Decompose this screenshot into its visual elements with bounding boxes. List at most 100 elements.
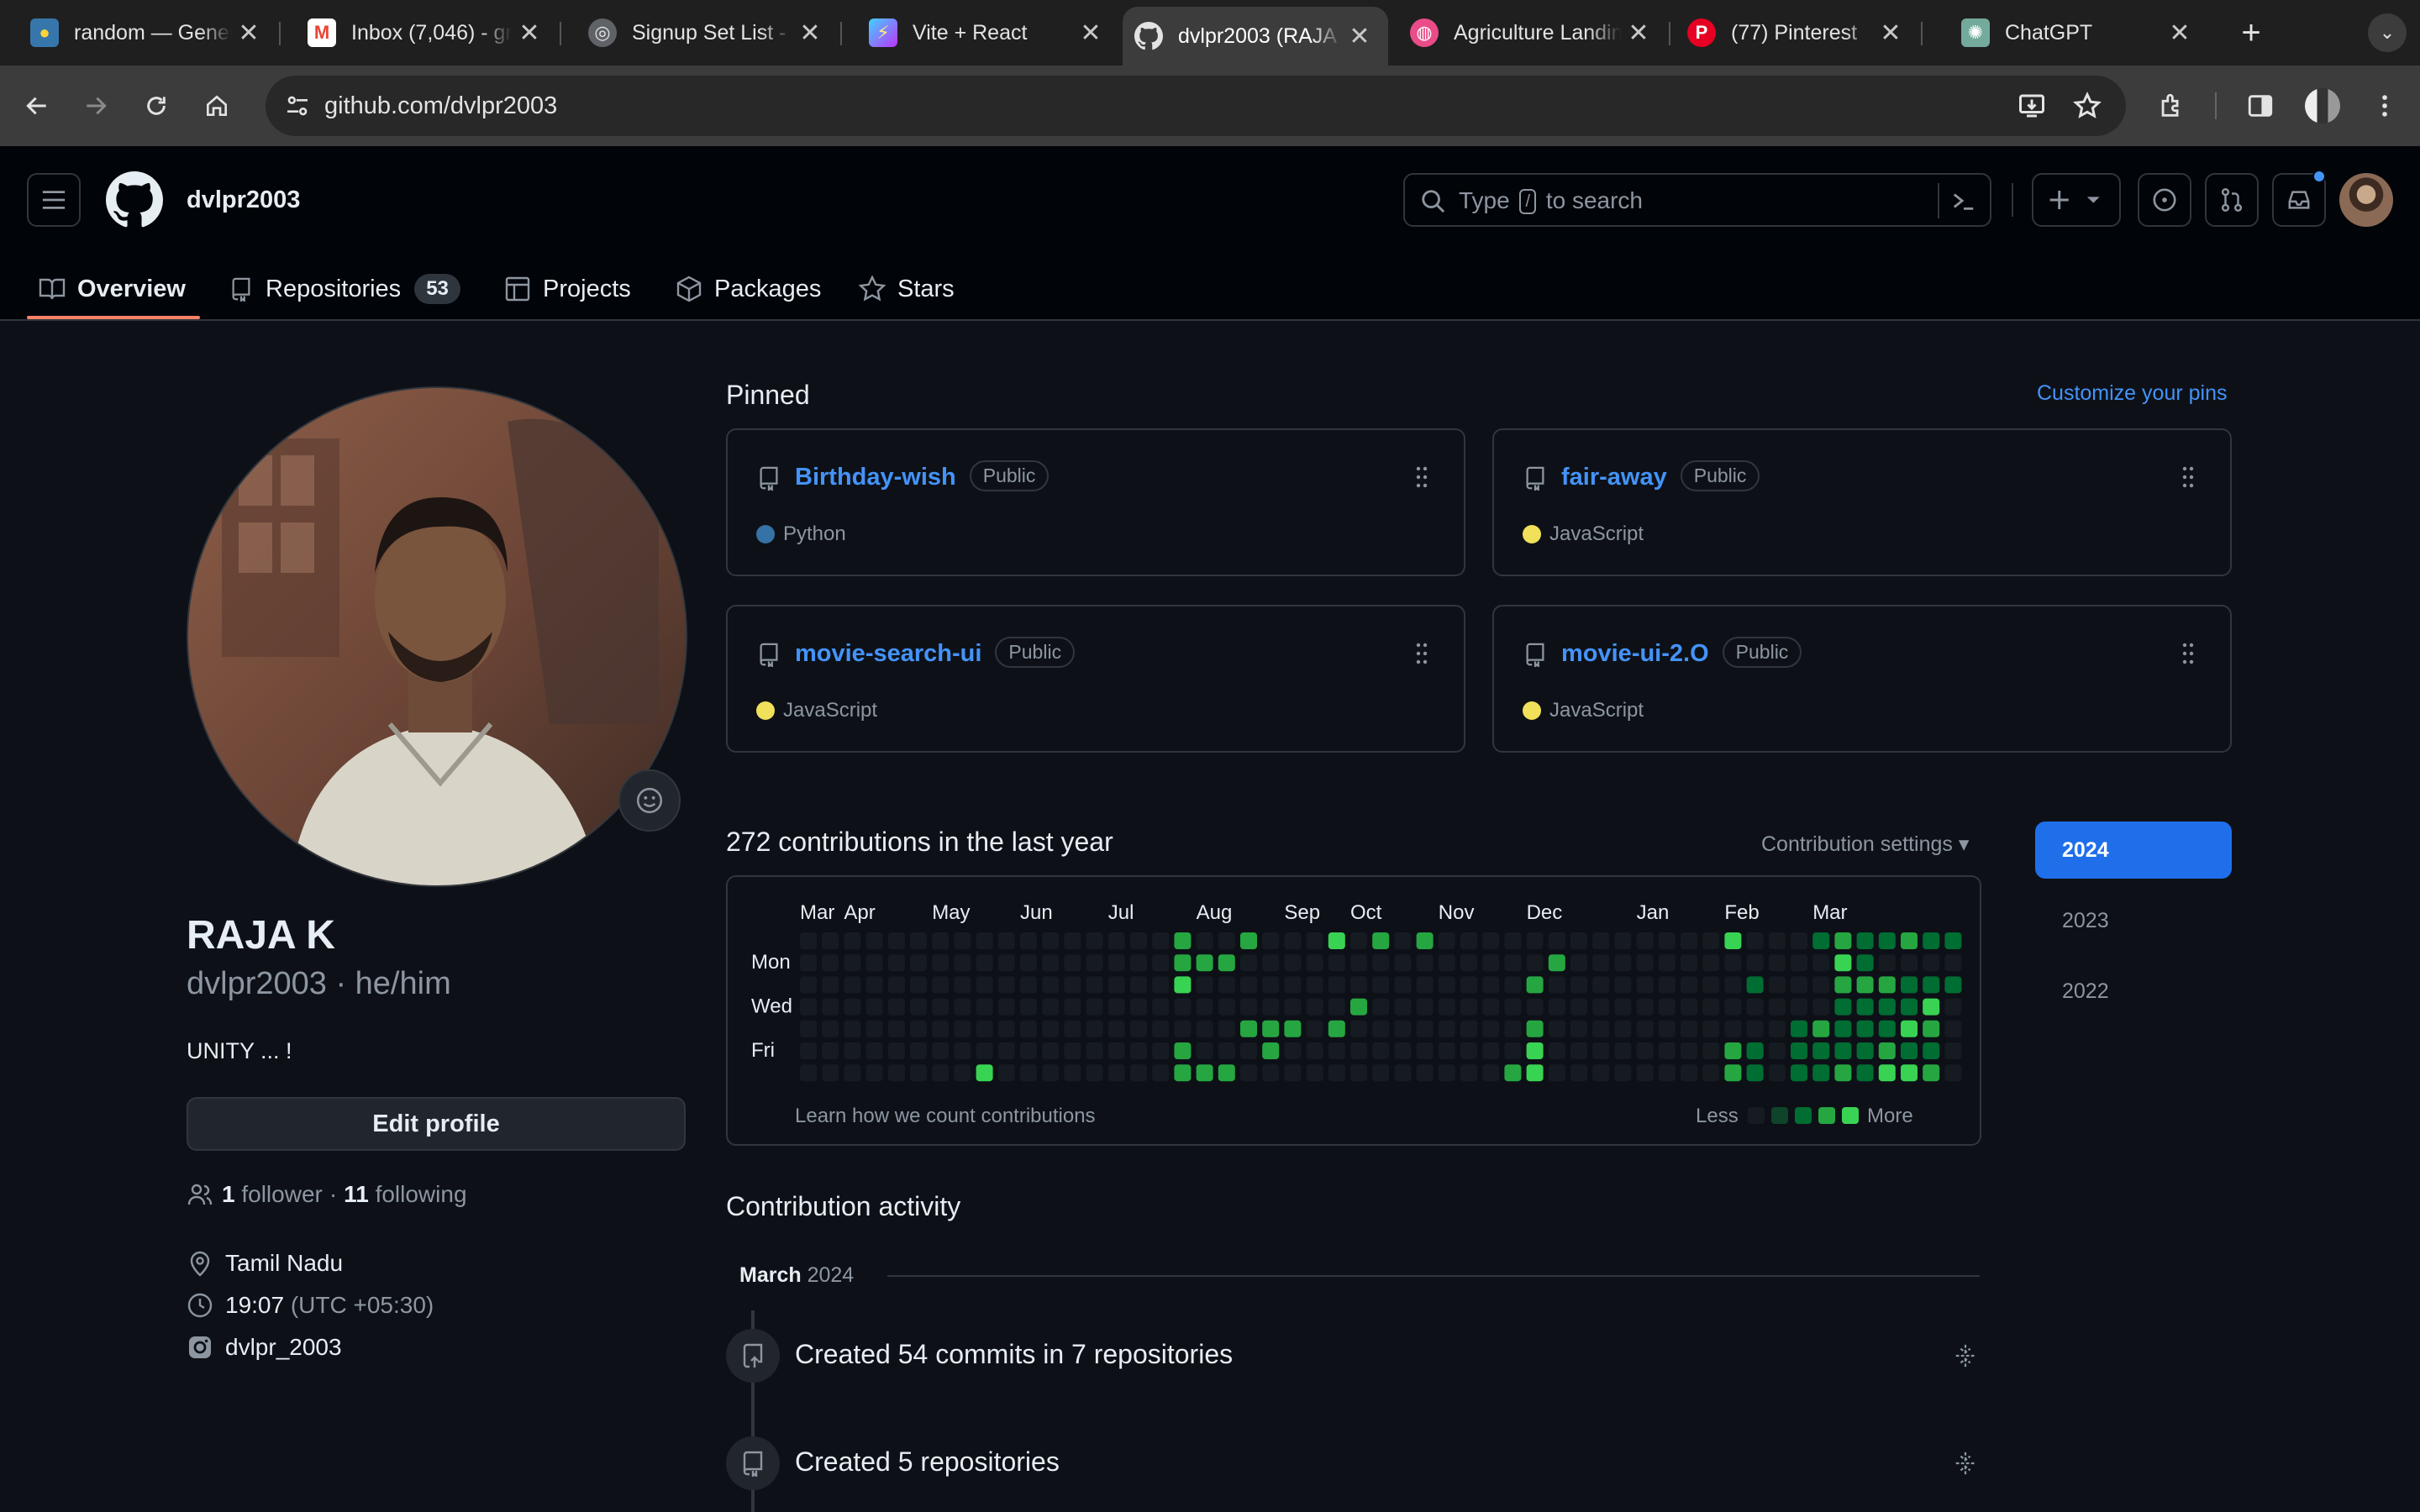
contribution-day[interactable] <box>1526 1020 1544 1037</box>
contribution-day[interactable] <box>800 976 817 994</box>
contribution-day[interactable] <box>1658 1042 1676 1059</box>
contribution-day[interactable] <box>1702 1020 1720 1037</box>
github-logo-icon[interactable] <box>106 171 163 228</box>
contribution-day[interactable] <box>1944 976 1962 994</box>
collapse-icon[interactable] <box>1953 1342 1978 1369</box>
contribution-day[interactable] <box>1394 976 1412 994</box>
contribution-day[interactable] <box>1944 1042 1962 1059</box>
contribution-day[interactable] <box>954 1042 971 1059</box>
contribution-day[interactable] <box>954 954 971 972</box>
drag-handle-icon[interactable] <box>1413 642 1430 665</box>
contribution-day[interactable] <box>1152 1064 1170 1082</box>
contribution-day[interactable] <box>1878 998 1896 1016</box>
tab-repositories[interactable]: Repositories 53 <box>229 259 460 319</box>
contribution-day[interactable] <box>1482 1020 1500 1037</box>
contribution-day[interactable] <box>1681 1020 1697 1037</box>
contribution-day[interactable] <box>1394 998 1412 1016</box>
contribution-day[interactable] <box>997 1042 1015 1059</box>
contribution-day[interactable] <box>1570 976 1587 994</box>
contribution-day[interactable] <box>887 998 905 1016</box>
contribution-day[interactable] <box>954 998 971 1016</box>
contribution-day[interactable] <box>910 932 927 949</box>
contribution-day[interactable] <box>954 932 971 949</box>
contribution-day[interactable] <box>1416 998 1434 1016</box>
contribution-day[interactable] <box>997 1020 1015 1037</box>
contribution-day[interactable] <box>1614 976 1632 994</box>
contribution-day[interactable] <box>1372 932 1390 949</box>
contribution-day[interactable] <box>1658 1020 1676 1037</box>
browser-tab[interactable]: ◎ Signup Set List - Google ✕ <box>558 8 839 57</box>
contribution-day[interactable] <box>1592 1064 1610 1082</box>
contribution-day[interactable] <box>1923 1020 1940 1037</box>
contribution-day[interactable] <box>1636 1064 1654 1082</box>
contribution-day[interactable] <box>1130 998 1147 1016</box>
site-info-icon[interactable] <box>284 92 311 119</box>
contribution-day[interactable] <box>1658 976 1676 994</box>
contribution-day[interactable] <box>1416 1042 1434 1059</box>
contribution-day[interactable] <box>910 954 927 972</box>
contribution-day[interactable] <box>1636 954 1654 972</box>
contribution-day[interactable] <box>1878 1042 1896 1059</box>
contribution-day[interactable] <box>1724 932 1742 949</box>
search-input[interactable]: Type / to search <box>1403 173 1991 227</box>
contribution-day[interactable] <box>1504 976 1522 994</box>
contribution-day[interactable] <box>800 932 817 949</box>
contribution-day[interactable] <box>1107 1064 1125 1082</box>
contribution-day[interactable] <box>954 976 971 994</box>
contribution-day[interactable] <box>1042 932 1060 949</box>
contribution-day[interactable] <box>1196 976 1213 994</box>
back-icon[interactable] <box>15 84 59 128</box>
contribution-day[interactable] <box>1504 932 1522 949</box>
contribution-day[interactable] <box>1614 954 1632 972</box>
close-tab-icon[interactable]: ✕ <box>1074 18 1107 48</box>
contribution-day[interactable] <box>1174 998 1192 1016</box>
contribution-day[interactable] <box>1086 1020 1103 1037</box>
contribution-day[interactable] <box>1901 976 1918 994</box>
install-app-icon[interactable] <box>2017 91 2047 121</box>
contribution-day[interactable] <box>1548 1042 1565 1059</box>
contribution-day[interactable] <box>844 954 861 972</box>
contribution-day[interactable] <box>1768 1064 1786 1082</box>
browser-tab[interactable]: ⚡ Vite + React ✕ <box>839 8 1119 57</box>
contribution-day[interactable] <box>1856 998 1874 1016</box>
contribution-day[interactable] <box>1262 998 1280 1016</box>
contribution-day[interactable] <box>976 1020 993 1037</box>
contribution-day[interactable] <box>1416 954 1434 972</box>
contribution-day[interactable] <box>1020 976 1037 994</box>
contribution-day[interactable] <box>976 998 993 1016</box>
activity-item-commits[interactable]: Created 54 commits in 7 repositories <box>795 1339 1233 1370</box>
year-2022-button[interactable]: 2022 <box>2035 963 2232 1020</box>
contribution-day[interactable] <box>1086 1042 1103 1059</box>
issues-icon[interactable] <box>2138 173 2191 227</box>
contribution-day[interactable] <box>1460 998 1477 1016</box>
contribution-day[interactable] <box>1240 976 1257 994</box>
contribution-day[interactable] <box>1768 932 1786 949</box>
contribution-day[interactable] <box>1130 976 1147 994</box>
contribution-day[interactable] <box>1834 998 1852 1016</box>
contribution-day[interactable] <box>1548 998 1565 1016</box>
contribution-day[interactable] <box>1768 1020 1786 1037</box>
close-tab-icon[interactable]: ✕ <box>2163 18 2196 48</box>
tab-stars[interactable]: Stars <box>859 259 955 319</box>
contribution-day[interactable] <box>1878 954 1896 972</box>
contribution-day[interactable] <box>1372 1020 1390 1037</box>
contribution-day[interactable] <box>1174 1042 1192 1059</box>
contribution-day[interactable] <box>1746 932 1764 949</box>
contribution-day[interactable] <box>887 932 905 949</box>
contribution-day[interactable] <box>1416 1020 1434 1037</box>
contribution-day[interactable] <box>1636 976 1654 994</box>
contribution-day[interactable] <box>1020 954 1037 972</box>
contribution-day[interactable] <box>1504 1042 1522 1059</box>
contribution-day[interactable] <box>800 1020 817 1037</box>
contribution-day[interactable] <box>1702 932 1720 949</box>
drag-handle-icon[interactable] <box>2180 642 2196 665</box>
contribution-day[interactable] <box>1107 1042 1125 1059</box>
contribution-day[interactable] <box>1064 1042 1081 1059</box>
contribution-day[interactable] <box>887 1020 905 1037</box>
contribution-day[interactable] <box>1746 954 1764 972</box>
contribution-day[interactable] <box>1460 976 1477 994</box>
browser-profile-avatar[interactable] <box>2301 84 2344 128</box>
contribution-day[interactable] <box>1350 1042 1367 1059</box>
contribution-day[interactable] <box>1328 1042 1345 1059</box>
contribution-day[interactable] <box>1504 954 1522 972</box>
